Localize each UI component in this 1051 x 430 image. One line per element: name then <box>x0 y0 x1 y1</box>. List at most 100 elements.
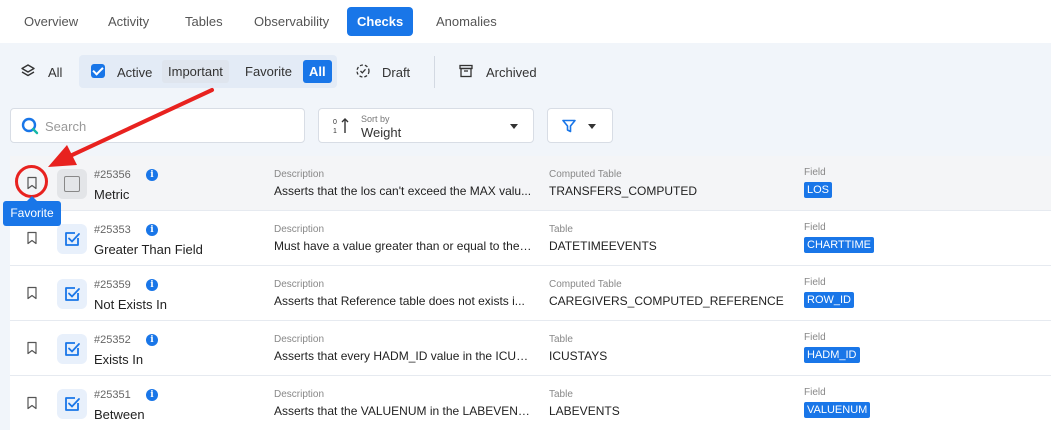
filter-all-sub[interactable]: All <box>303 60 332 83</box>
filter-archived[interactable]: Archived <box>458 60 538 84</box>
field-label: Field <box>804 167 826 178</box>
tab-anomalies[interactable]: Anomalies <box>426 7 507 36</box>
description-value: Asserts that every HADM_ID value in the … <box>274 349 532 363</box>
search-box <box>10 108 305 143</box>
check-name: Not Exists In <box>94 297 167 312</box>
filter-draft-label: Draft <box>382 65 411 80</box>
info-icon[interactable]: i <box>146 224 158 236</box>
field-badge: CHARTTIME <box>804 237 874 253</box>
check-row[interactable]: #25359 i Not Exists In Description Asser… <box>10 266 1051 321</box>
description-value: Asserts that Reference table does not ex… <box>274 294 525 308</box>
check-id: #25351 <box>94 389 131 401</box>
funnel-icon <box>562 119 576 133</box>
table-label: Computed Table <box>549 169 622 180</box>
description-value: Asserts that the los can't exceed the MA… <box>274 184 532 198</box>
sort-label: Sort by <box>361 114 390 124</box>
check-id: #25356 <box>94 169 131 181</box>
check-select-box[interactable] <box>57 169 87 199</box>
chevron-down-icon <box>510 124 518 129</box>
checked-box-icon <box>65 342 80 356</box>
filter-favorite[interactable]: Favorite <box>239 60 298 83</box>
layers-icon <box>21 64 35 77</box>
filter-draft[interactable]: Draft <box>354 60 414 84</box>
tab-overview[interactable]: Overview <box>14 7 88 36</box>
bookmark-icon[interactable] <box>26 341 38 355</box>
bookmark-icon[interactable] <box>26 231 38 245</box>
check-id: #25359 <box>94 279 131 291</box>
favorite-tooltip: Favorite <box>3 196 61 226</box>
filter-all[interactable]: All <box>18 60 66 84</box>
filter-active-label[interactable]: Active <box>117 65 152 80</box>
empty-checkbox-icon <box>64 176 80 192</box>
field-label: Field <box>804 387 826 398</box>
check-type-icon-box <box>57 334 87 364</box>
tab-observability[interactable]: Observability <box>244 7 339 36</box>
sort-value: Weight <box>361 125 402 140</box>
field-badge: VALUENUM <box>804 402 871 418</box>
info-icon[interactable]: i <box>146 334 158 346</box>
search-icon <box>21 117 39 135</box>
table-value: CAREGIVERS_COMPUTED_REFERENCE <box>549 294 784 308</box>
bookmark-icon[interactable] <box>26 396 38 410</box>
field-label: Field <box>804 277 826 288</box>
info-icon[interactable]: i <box>146 169 158 181</box>
tab-activity[interactable]: Activity <box>98 7 159 36</box>
filter-archived-label: Archived <box>486 65 537 80</box>
bookmark-icon[interactable] <box>26 286 38 300</box>
check-type-icon-box <box>57 389 87 419</box>
description-value: Asserts that the VALUENUM in the LABEVEN… <box>274 404 532 418</box>
field-label: Field <box>804 332 826 343</box>
check-type-icon-box <box>57 224 87 254</box>
description-label: Description <box>274 224 325 235</box>
field-label: Field <box>804 222 826 233</box>
table-value: LABEVENTS <box>549 404 620 418</box>
field-badge: LOS <box>804 182 833 198</box>
check-name: Exists In <box>94 352 144 367</box>
checked-box-icon <box>65 287 80 301</box>
table-label: Table <box>549 224 573 235</box>
check-name: Metric <box>94 187 130 202</box>
sort-icon: 0 1 <box>333 118 349 135</box>
checked-box-icon <box>65 232 80 246</box>
check-row[interactable]: #25351 i Between Description Asserts tha… <box>10 376 1051 430</box>
table-value: ICUSTAYS <box>549 349 608 363</box>
description-label: Description <box>274 389 325 400</box>
search-input[interactable] <box>45 117 295 135</box>
check-name: Between <box>94 407 145 422</box>
sort-dropdown[interactable]: 0 1 Sort by Weight <box>318 108 534 143</box>
tab-bar: Overview Activity Tables Observability C… <box>0 0 1051 43</box>
description-label: Description <box>274 279 325 290</box>
description-label: Description <box>274 169 325 180</box>
table-label: Table <box>549 389 573 400</box>
check-type-icon-box <box>57 279 87 309</box>
archive-box-icon <box>459 64 473 78</box>
check-name: Greater Than Field <box>94 242 203 257</box>
info-icon[interactable]: i <box>146 389 158 401</box>
table-label: Table <box>549 334 573 345</box>
field-badge: HADM_ID <box>804 347 860 363</box>
field-badge: ROW_ID <box>804 292 854 308</box>
svg-text:1: 1 <box>333 128 337 135</box>
tab-tables[interactable]: Tables <box>175 7 233 36</box>
annotation-circle <box>15 165 48 198</box>
check-row[interactable]: #25352 i Exists In Description Asserts t… <box>10 321 1051 376</box>
filter-button[interactable] <box>547 108 613 143</box>
filter-important[interactable]: Important <box>162 60 229 83</box>
draft-clock-icon <box>356 64 370 78</box>
table-value: DATETIMEEVENTS <box>549 239 657 253</box>
check-row[interactable]: #25356 i Metric Description Asserts that… <box>10 156 1051 211</box>
filter-divider <box>434 56 435 88</box>
description-label: Description <box>274 334 325 345</box>
check-id: #25352 <box>94 334 131 346</box>
svg-text:0: 0 <box>333 119 337 126</box>
tab-checks[interactable]: Checks <box>347 7 414 36</box>
table-label: Computed Table <box>549 279 622 290</box>
description-value: Must have a value greater than or equal … <box>274 239 532 253</box>
chevron-down-icon <box>588 124 596 129</box>
check-row[interactable]: #25353 i Greater Than Field Description … <box>10 211 1051 266</box>
check-id: #25353 <box>94 224 131 236</box>
active-checkbox[interactable] <box>91 64 105 78</box>
checked-box-icon <box>65 397 80 411</box>
filter-all-label: All <box>48 65 63 80</box>
info-icon[interactable]: i <box>146 279 158 291</box>
